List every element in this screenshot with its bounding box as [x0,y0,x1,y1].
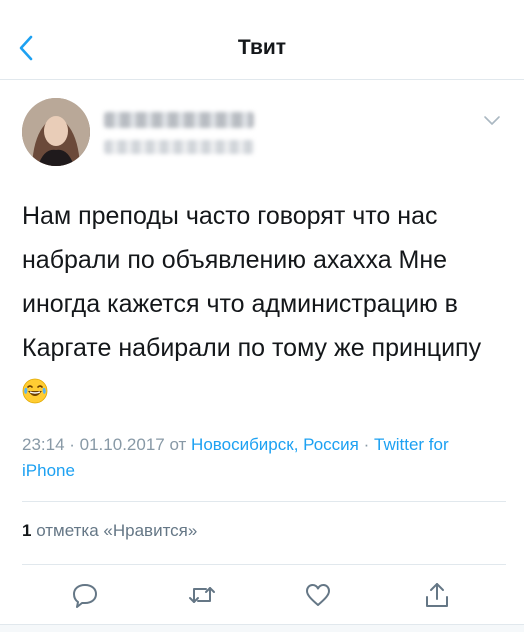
user-handle-blurred [104,140,254,154]
like-button[interactable] [303,580,333,610]
divider [22,501,506,502]
retweet-button[interactable] [187,580,217,610]
retweet-icon [189,587,215,603]
tweet-meta: 23:14 · 01.10.2017 от Новосибирск, Росси… [22,432,506,484]
reply-button[interactable] [70,580,100,610]
likes-summary[interactable]: 1 отметка «Нравится» [22,521,197,541]
chevron-down-icon [484,116,500,125]
likes-label: отметка «Нравится» [31,521,198,540]
face-with-tears-of-joy-icon [22,374,48,404]
meta-separator: · [358,435,374,454]
heart-icon [306,584,330,606]
divider [22,564,506,565]
tweet-text: Нам преподы часто говорят что нас набрал… [22,194,506,414]
user-display-name-blurred [104,112,254,128]
navigation-bar: Твит [0,0,524,80]
avatar[interactable] [22,98,90,166]
tweet-timestamp: 23:14 · 01.10.2017 от [22,435,192,454]
more-options-button[interactable] [482,112,502,128]
tweet-actions [0,574,524,616]
share-button[interactable] [422,580,452,610]
page-title: Твит [237,36,287,59]
location-link[interactable]: Новосибирск, Россия [191,435,359,454]
share-icon [426,583,448,607]
tweet-body: Нам преподы часто говорят что нас набрал… [22,202,482,362]
reply-icon [73,584,97,608]
